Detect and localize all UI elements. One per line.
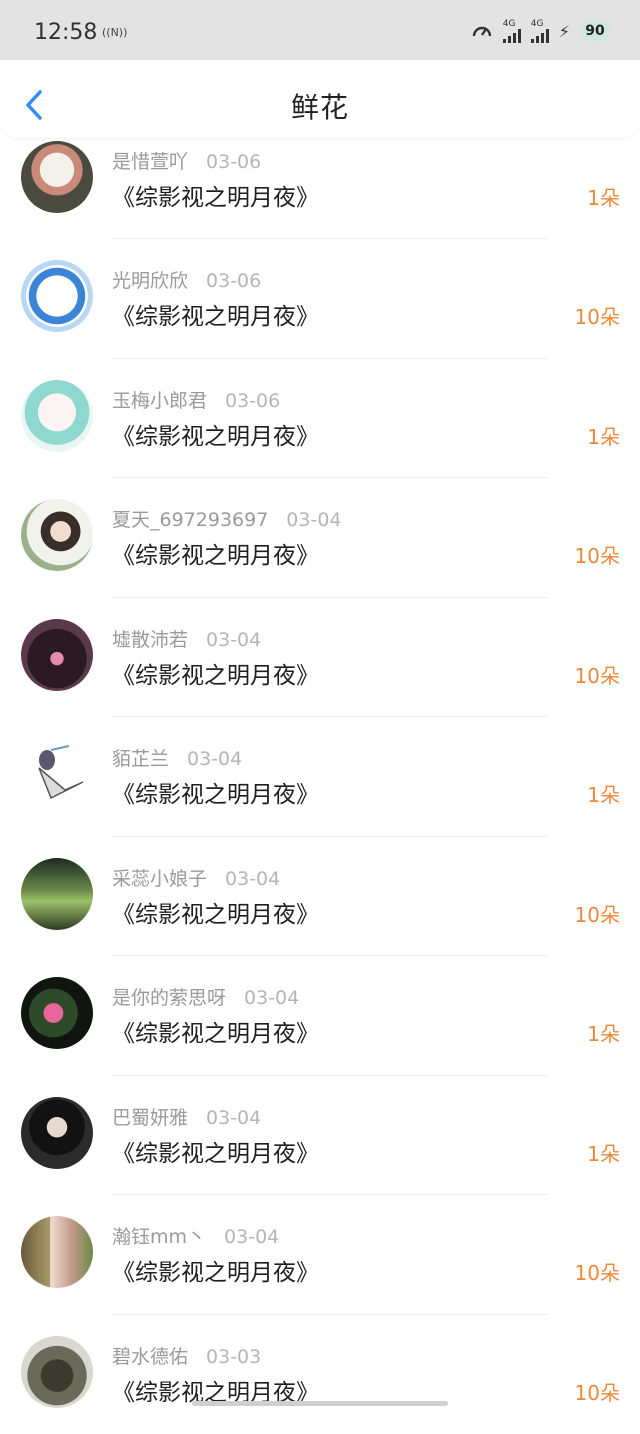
list-item[interactable]: 玉梅小郎君 03-06 《综影视之明月夜》 1朵: [0, 359, 640, 479]
username[interactable]: 夏天_697293697: [112, 509, 268, 531]
list-item[interactable]: 采蕊小娘子 03-04 《综影视之明月夜》 10朵: [0, 837, 640, 957]
list-item[interactable]: 夏天_697293697 03-04 《综影视之明月夜》 10朵: [0, 478, 640, 598]
flower-count: 10朵: [575, 660, 620, 689]
username[interactable]: 是惜萱吖: [112, 151, 188, 173]
flower-count: 10朵: [575, 1257, 620, 1286]
avatar[interactable]: [21, 977, 93, 1049]
flower-count: 1朵: [587, 182, 620, 211]
battery-level: 90: [585, 23, 604, 39]
signal-icon-sim2: 4G: [531, 19, 549, 43]
date: 03-03: [206, 1346, 261, 1368]
flower-count: 1朵: [587, 779, 620, 808]
date: 03-04: [206, 629, 261, 651]
list-item[interactable]: 是你的萦思呀 03-04 《综影视之明月夜》 1朵: [0, 956, 640, 1076]
page-title: 鲜花: [0, 86, 640, 126]
signal-label-sim2: 4G: [531, 19, 544, 29]
home-indicator[interactable]: [192, 1401, 448, 1406]
avatar[interactable]: [21, 738, 93, 810]
username[interactable]: 巴蜀妍雅: [112, 1107, 188, 1129]
avatar[interactable]: [21, 1216, 93, 1288]
avatar[interactable]: [21, 380, 93, 452]
avatar[interactable]: [21, 858, 93, 930]
date: 03-06: [206, 270, 261, 292]
list-item[interactable]: 巴蜀妍雅 03-04 《综影视之明月夜》 1朵: [0, 1076, 640, 1196]
book-title[interactable]: 《综影视之明月夜》: [112, 1014, 319, 1048]
username[interactable]: 采蕊小娘子: [112, 868, 207, 890]
charging-icon: ⚡: [559, 22, 570, 41]
signal-icon-sim1: 4G: [503, 19, 521, 43]
list-item[interactable]: 碧水德佑03-03 《综影视之明月夜》 10朵: [0, 1315, 640, 1434]
flower-list: 是惜萱吖 03-06 《综影视之明月夜》 1朵 光明欣欣 03-06 《综影视之明月…: [0, 120, 640, 1434]
avatar-illustration: [21, 738, 93, 810]
date: 03-04: [224, 1226, 279, 1248]
date: 03-04: [206, 1107, 261, 1129]
status-bar: 12:58 ((N)) 4G 4G ⚡ 90: [0, 0, 640, 60]
username[interactable]: 玉梅小郎君: [112, 390, 207, 412]
book-title[interactable]: 《综影视之明月夜》: [112, 1253, 319, 1287]
flower-count: 10朵: [575, 301, 620, 330]
book-title[interactable]: 《综影视之明月夜》: [112, 536, 319, 570]
flower-count: 10朵: [575, 540, 620, 569]
date: 03-04: [225, 868, 280, 890]
book-title[interactable]: 《综影视之明月夜》: [112, 775, 319, 809]
date: 03-04: [286, 509, 341, 531]
flower-count: 1朵: [587, 1018, 620, 1047]
avatar[interactable]: [21, 619, 93, 691]
speedometer-icon: [471, 20, 493, 42]
list-item[interactable]: 光明欣欣 03-06 《综影视之明月夜》 10朵: [0, 239, 640, 359]
username[interactable]: 光明欣欣: [112, 270, 188, 292]
username[interactable]: 碧水德佑: [112, 1346, 188, 1368]
flower-count: 1朵: [587, 421, 620, 450]
list-item[interactable]: 貊芷兰 03-04 《综影视之明月夜》 1朵: [0, 717, 640, 837]
battery-indicator: 90: [580, 21, 610, 41]
date: 03-06: [206, 151, 261, 173]
username[interactable]: 貊芷兰: [112, 748, 169, 770]
date: 03-04: [187, 748, 242, 770]
date: 03-06: [225, 390, 280, 412]
book-title[interactable]: 《综影视之明月夜》: [112, 417, 319, 451]
username[interactable]: 瀚钰mm丶: [112, 1226, 206, 1248]
list-item[interactable]: 墟散沛若 03-04 《综影视之明月夜》 10朵: [0, 598, 640, 718]
username[interactable]: 是你的萦思呀: [112, 987, 226, 1009]
book-title[interactable]: 《综影视之明月夜》: [112, 1134, 319, 1168]
book-title[interactable]: 《综影视之明月夜》: [112, 178, 319, 212]
flower-count: 10朵: [575, 1377, 620, 1406]
avatar[interactable]: [21, 141, 93, 213]
date: 03-04: [244, 987, 299, 1009]
header: 鲜花: [0, 60, 640, 138]
list-item[interactable]: 瀚钰mm丶 03-04 《综影视之明月夜》 10朵: [0, 1195, 640, 1315]
signal-label-sim1: 4G: [503, 19, 516, 29]
username[interactable]: 墟散沛若: [112, 629, 188, 651]
nfc-icon: ((N)): [102, 26, 127, 39]
status-time: 12:58: [34, 20, 97, 45]
status-icons: 4G 4G ⚡ 90: [471, 16, 610, 46]
book-title[interactable]: 《综影视之明月夜》: [112, 895, 319, 929]
avatar[interactable]: [21, 260, 93, 332]
flower-count: 1朵: [587, 1138, 620, 1167]
avatar[interactable]: [21, 1097, 93, 1169]
book-title[interactable]: 《综影视之明月夜》: [112, 656, 319, 690]
avatar[interactable]: [21, 1336, 93, 1408]
avatar[interactable]: [21, 499, 93, 571]
book-title[interactable]: 《综影视之明月夜》: [112, 297, 319, 331]
flower-count: 10朵: [575, 899, 620, 928]
